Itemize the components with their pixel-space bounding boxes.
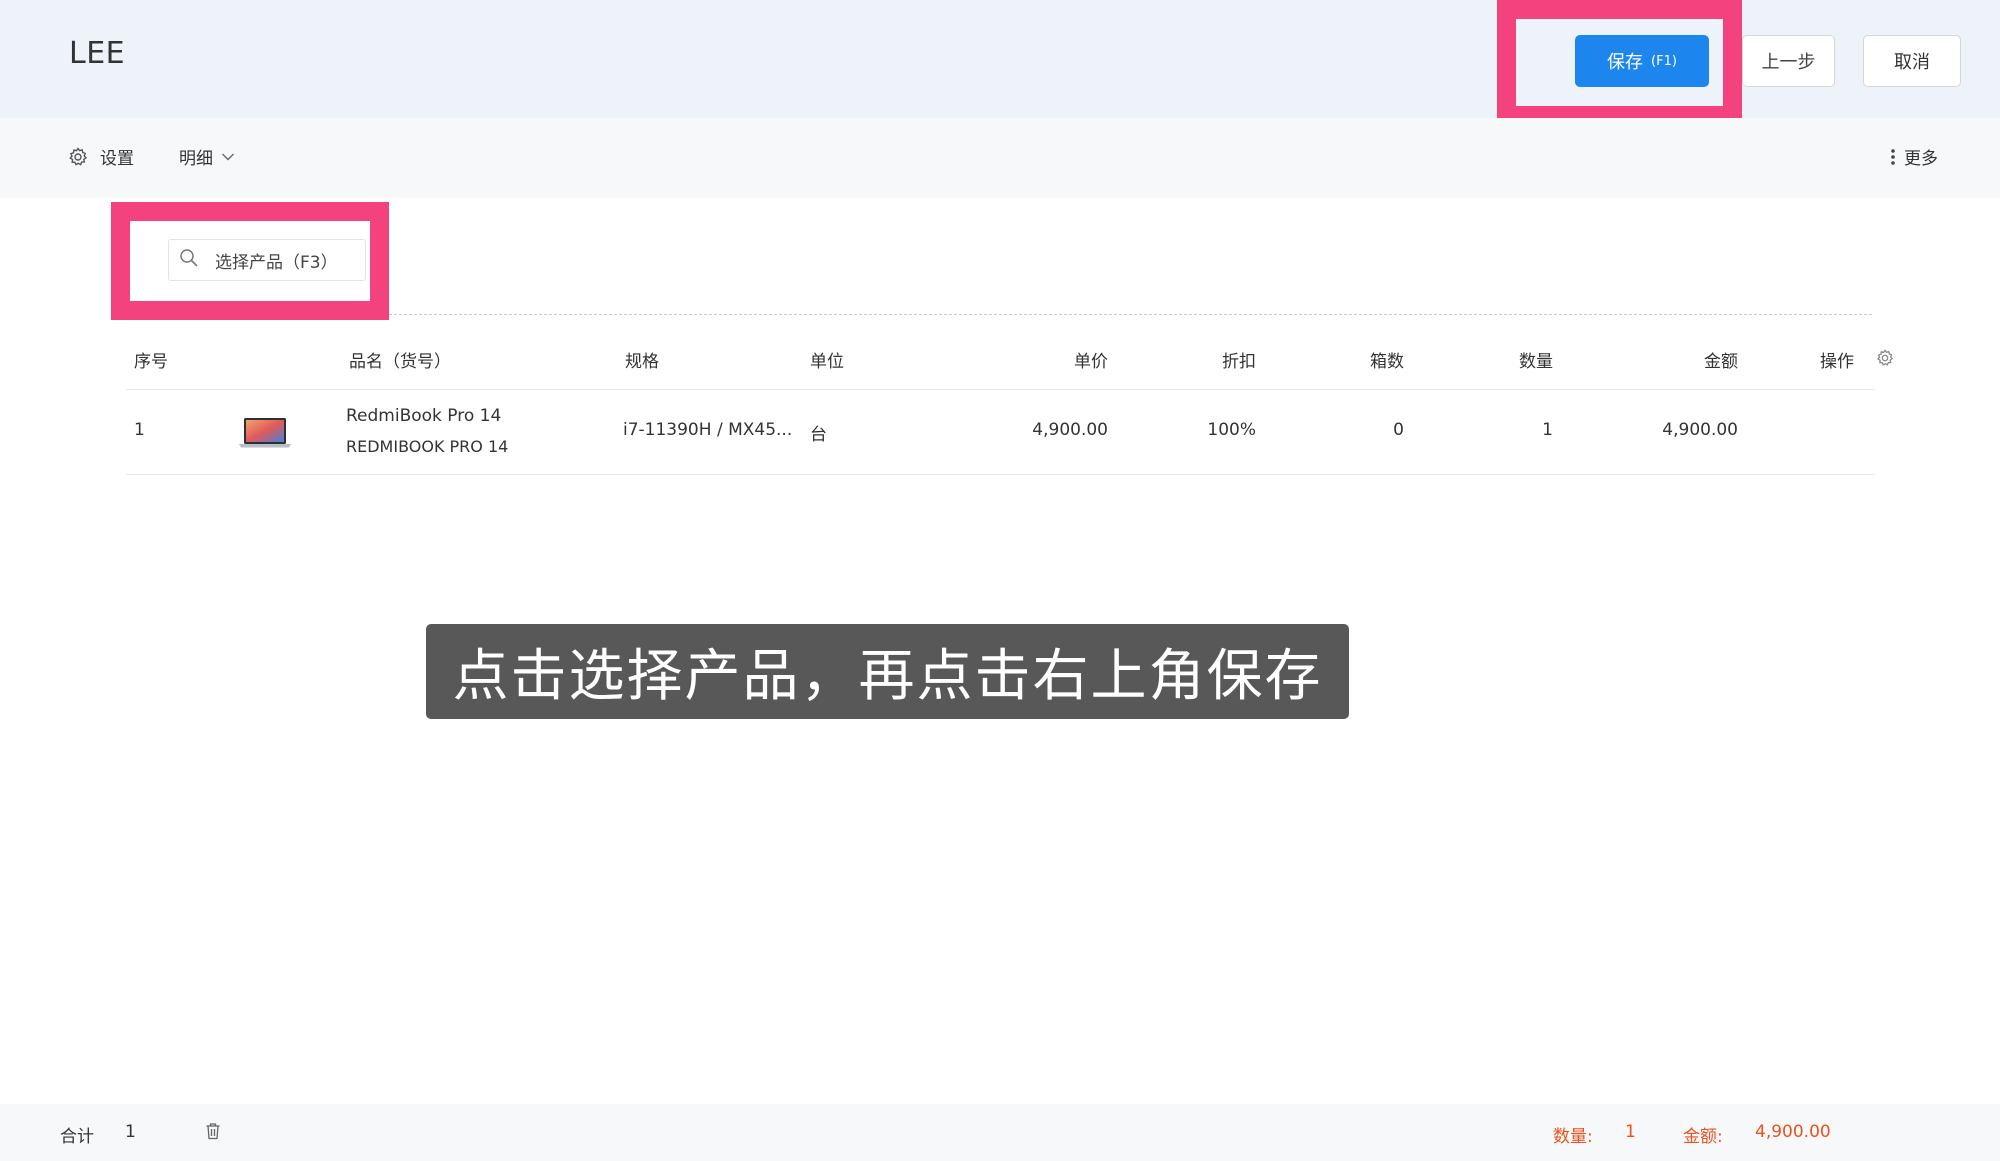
column-header-discount: 折扣 <box>1222 352 1256 372</box>
column-header-quantity: 数量 <box>1519 352 1553 372</box>
toolbar: 设置 明细 更多 <box>0 118 2000 198</box>
footer-bar: 合计 1 数量: 1 金额: 4,900.00 <box>0 1104 2000 1161</box>
detail-dropdown[interactable]: 明细 <box>179 144 235 169</box>
footer-quantity-label: 数量: <box>1553 1127 1593 1147</box>
total-label: 合计 <box>60 1127 94 1147</box>
save-button-highlight <box>1497 0 1742 125</box>
gear-icon <box>68 146 100 167</box>
total-count: 1 <box>125 1122 136 1142</box>
footer-amount-label: 金额: <box>1683 1127 1723 1147</box>
detail-label: 明细 <box>179 149 213 169</box>
chevron-down-icon <box>213 152 235 162</box>
cancel-button[interactable]: 取消 <box>1863 35 1961 87</box>
cell-quantity: 1 <box>1542 420 1553 440</box>
laptop-thumbnail-icon <box>238 417 292 449</box>
column-header-name: 品名（货号） <box>349 352 451 372</box>
page-title: LEE <box>69 36 126 71</box>
cell-spec: i7-11390H / MX45... <box>623 420 793 440</box>
column-header-spec: 规格 <box>625 352 659 372</box>
cell-amount: 4,900.00 <box>1662 420 1738 440</box>
cell-product-name: RedmiBook Pro 14 <box>346 406 502 426</box>
cell-discount: 100% <box>1207 420 1256 440</box>
column-settings-gear-icon[interactable] <box>1876 349 1894 371</box>
row-divider <box>126 474 1875 475</box>
header-divider <box>126 389 1875 390</box>
cell-price: 4,900.00 <box>1032 420 1108 440</box>
settings-label: 设置 <box>100 149 134 169</box>
more-label: 更多 <box>1904 149 1938 169</box>
column-header-price: 单价 <box>1074 352 1108 372</box>
instruction-subtitle: 点击选择产品，再点击右上角保存 <box>426 624 1349 719</box>
previous-step-button[interactable]: 上一步 <box>1742 35 1835 87</box>
column-header-unit: 单位 <box>810 352 844 372</box>
more-menu-button[interactable]: 更多 <box>1890 144 1938 169</box>
trash-icon[interactable] <box>205 1122 221 1144</box>
footer-quantity-value: 1 <box>1625 1122 1636 1142</box>
cell-unit: 台 <box>810 425 827 445</box>
cell-product-code: REDMIBOOK PRO 14 <box>346 437 509 456</box>
footer-amount-value: 4,900.00 <box>1755 1122 1831 1142</box>
section-divider <box>389 314 1872 315</box>
cell-boxes: 0 <box>1393 420 1404 440</box>
column-header-actions: 操作 <box>1820 352 1854 372</box>
column-header-boxes: 箱数 <box>1370 352 1404 372</box>
column-header-index: 序号 <box>134 352 168 372</box>
vertical-dots-icon <box>1890 147 1904 167</box>
select-product-highlight <box>111 202 389 320</box>
column-header-amount: 金额 <box>1704 352 1738 372</box>
cell-index: 1 <box>134 420 145 440</box>
settings-button[interactable]: 设置 <box>68 144 134 169</box>
app-window: LEE 保存 (F1) 上一步 取消 设置 明细 更多 选择产品（F3） 序号 … <box>0 0 2000 1161</box>
